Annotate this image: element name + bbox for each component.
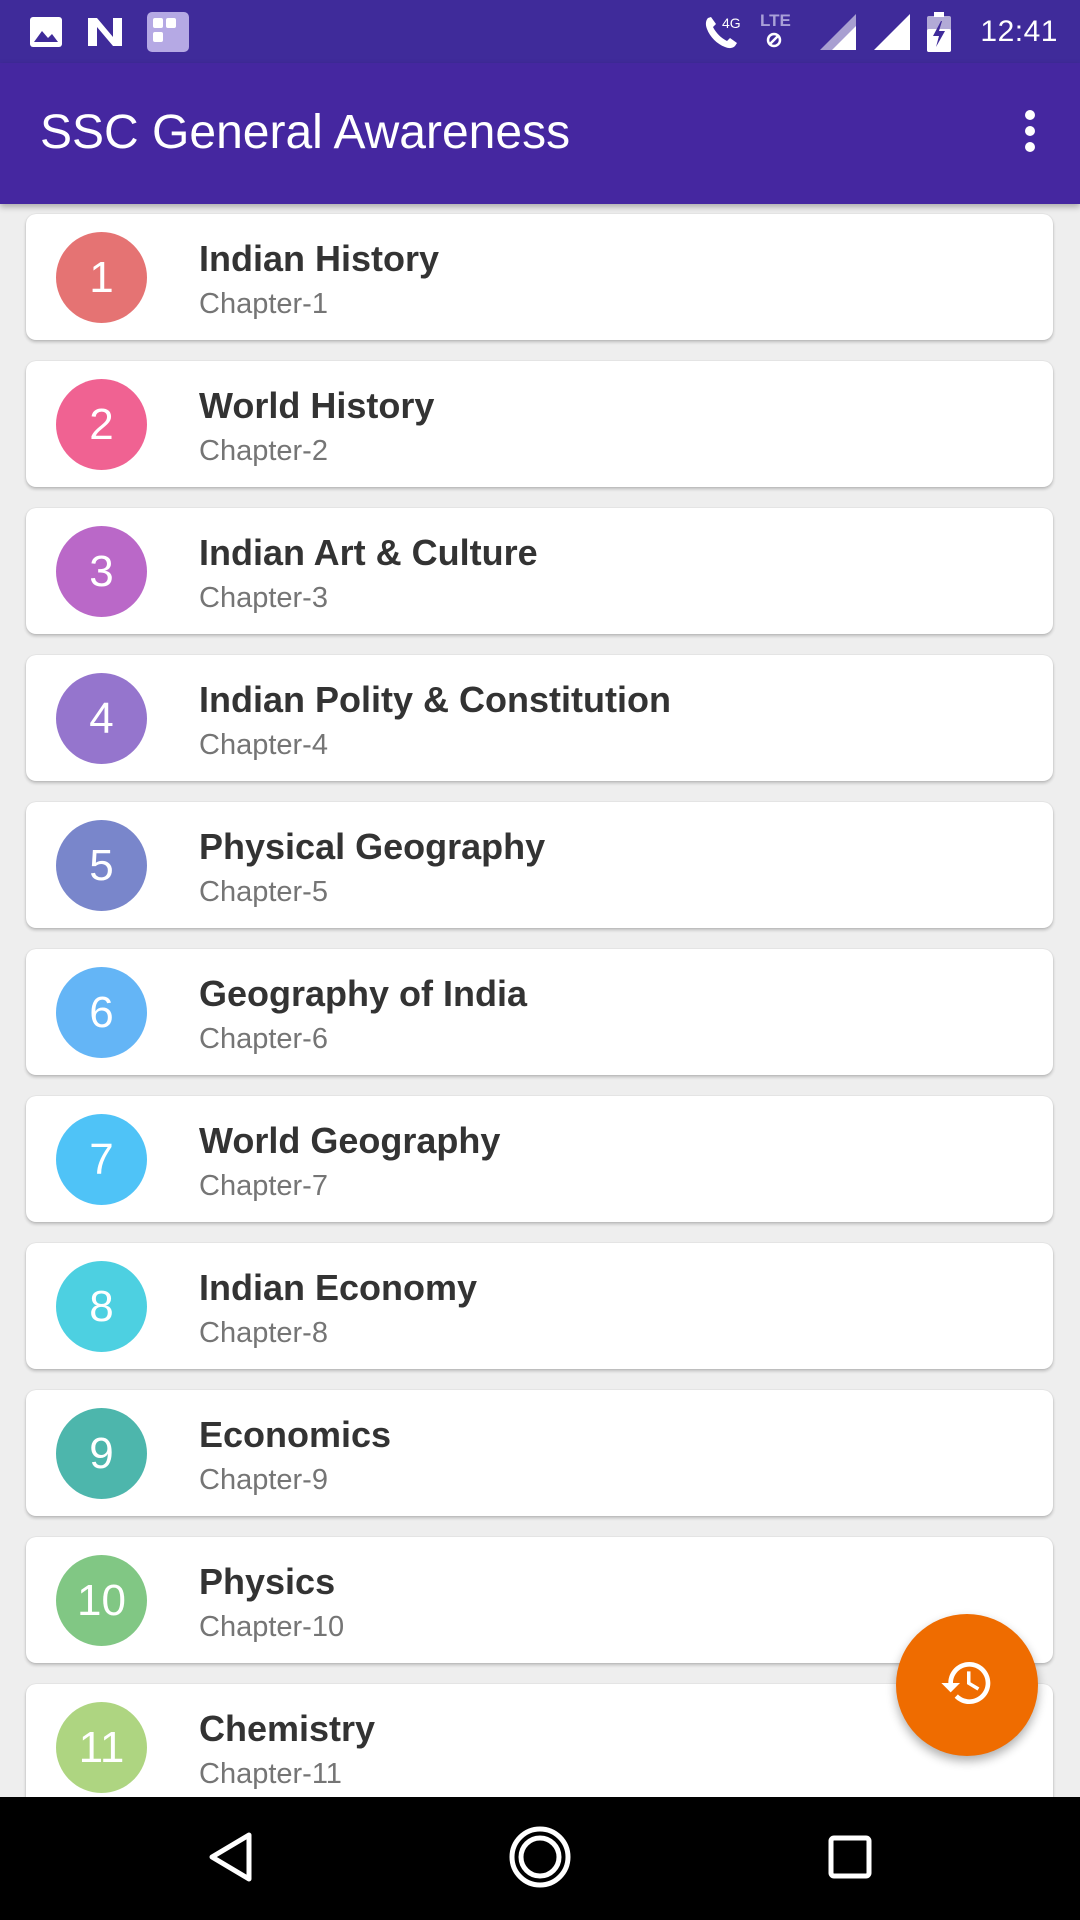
call-4g-label: 4G: [722, 15, 741, 31]
chapter-title: Economics: [199, 1414, 392, 1455]
chapter-number-badge: 3: [56, 526, 147, 617]
chapter-card[interactable]: 9 Economics Chapter-9: [26, 1390, 1053, 1516]
chapter-subtitle: Chapter-5: [199, 876, 328, 908]
chapter-title: World Geography: [199, 1120, 501, 1161]
chapter-title: Geography of India: [199, 973, 528, 1014]
chapter-number-badge: 7: [56, 1114, 147, 1205]
chapter-number-badge: 5: [56, 820, 147, 911]
chapter-number-badge: 4: [56, 673, 147, 764]
app-title: SSC General Awareness: [40, 106, 571, 159]
app-grid-icon: [146, 11, 190, 53]
chapter-card[interactable]: 6 Geography of India Chapter-6: [26, 949, 1053, 1075]
status-right-icons: 4G LTE 12:41: [700, 8, 1058, 56]
chapter-card[interactable]: 3 Indian Art & Culture Chapter-3: [26, 508, 1053, 634]
status-left-icons: [28, 10, 190, 54]
home-icon: [508, 1825, 572, 1894]
chapter-subtitle: Chapter-6: [199, 1023, 328, 1055]
chapter-title: Indian Polity & Constitution: [199, 679, 671, 720]
chapter-subtitle: Chapter-9: [199, 1464, 328, 1496]
chapter-title: Chemistry: [199, 1708, 376, 1749]
history-fab-button[interactable]: [896, 1614, 1038, 1756]
chapter-number-badge: 1: [56, 232, 147, 323]
chapter-title: World History: [199, 385, 435, 426]
history-icon: [939, 1655, 995, 1716]
chapter-subtitle: Chapter-7: [199, 1170, 328, 1202]
chapter-card[interactable]: 5 Physical Geography Chapter-5: [26, 802, 1053, 928]
battery-icon: [926, 11, 952, 53]
image-icon: [28, 15, 64, 49]
chapter-card[interactable]: 10 Physics Chapter-10: [26, 1537, 1053, 1663]
more-vert-icon: [1024, 109, 1036, 158]
signal-icon-1: [818, 12, 858, 52]
status-bar: 4G LTE 12:41: [0, 0, 1080, 63]
chapter-number-badge: 11: [56, 1702, 147, 1793]
app-bar: SSC General Awareness: [0, 63, 1080, 204]
chapter-number-badge: 10: [56, 1555, 147, 1646]
chapter-title: Physical Geography: [199, 826, 546, 867]
navigation-bar: [0, 1797, 1080, 1920]
chapter-subtitle: Chapter-11: [199, 1758, 342, 1790]
chapter-number-badge: 9: [56, 1408, 147, 1499]
chapter-subtitle: Chapter-8: [199, 1317, 328, 1349]
status-time: 12:41: [980, 15, 1058, 48]
chapter-title: Physics: [199, 1561, 336, 1602]
chapter-subtitle: Chapter-4: [199, 729, 328, 761]
signal-icon-2: [872, 12, 912, 52]
chapter-subtitle: Chapter-10: [199, 1611, 345, 1643]
back-icon: [207, 1831, 255, 1888]
chapter-card[interactable]: 7 World Geography Chapter-7: [26, 1096, 1053, 1222]
recents-icon: [827, 1834, 873, 1885]
chapter-subtitle: Chapter-2: [199, 435, 328, 467]
chapter-list[interactable]: 1 Indian History Chapter-1 2 World History Ch…: [0, 204, 1080, 1797]
overflow-menu-button[interactable]: [994, 97, 1066, 169]
chapter-card[interactable]: 4 Indian Polity & Constitution Chapter-4: [26, 655, 1053, 781]
lte-label: LTE: [760, 11, 791, 30]
n-notification-icon: [86, 15, 124, 49]
chapter-title: Indian Economy: [199, 1267, 478, 1308]
wifi-calling-4g-icon: 4G: [700, 10, 744, 54]
chapter-card[interactable]: 8 Indian Economy Chapter-8: [26, 1243, 1053, 1369]
chapter-number-badge: 6: [56, 967, 147, 1058]
back-button[interactable]: [189, 1817, 273, 1901]
chapter-title: Indian History: [199, 238, 440, 279]
recents-button[interactable]: [808, 1817, 892, 1901]
chapter-card[interactable]: 2 World History Chapter-2: [26, 361, 1053, 487]
chapter-title: Indian Art & Culture: [199, 532, 538, 573]
chapter-subtitle: Chapter-3: [199, 582, 328, 614]
chapter-subtitle: Chapter-1: [199, 288, 328, 320]
lte-icon: LTE: [758, 10, 804, 54]
chapter-number-badge: 8: [56, 1261, 147, 1352]
chapter-card[interactable]: 1 Indian History Chapter-1: [26, 214, 1053, 340]
home-button[interactable]: [498, 1817, 582, 1901]
chapter-number-badge: 2: [56, 379, 147, 470]
